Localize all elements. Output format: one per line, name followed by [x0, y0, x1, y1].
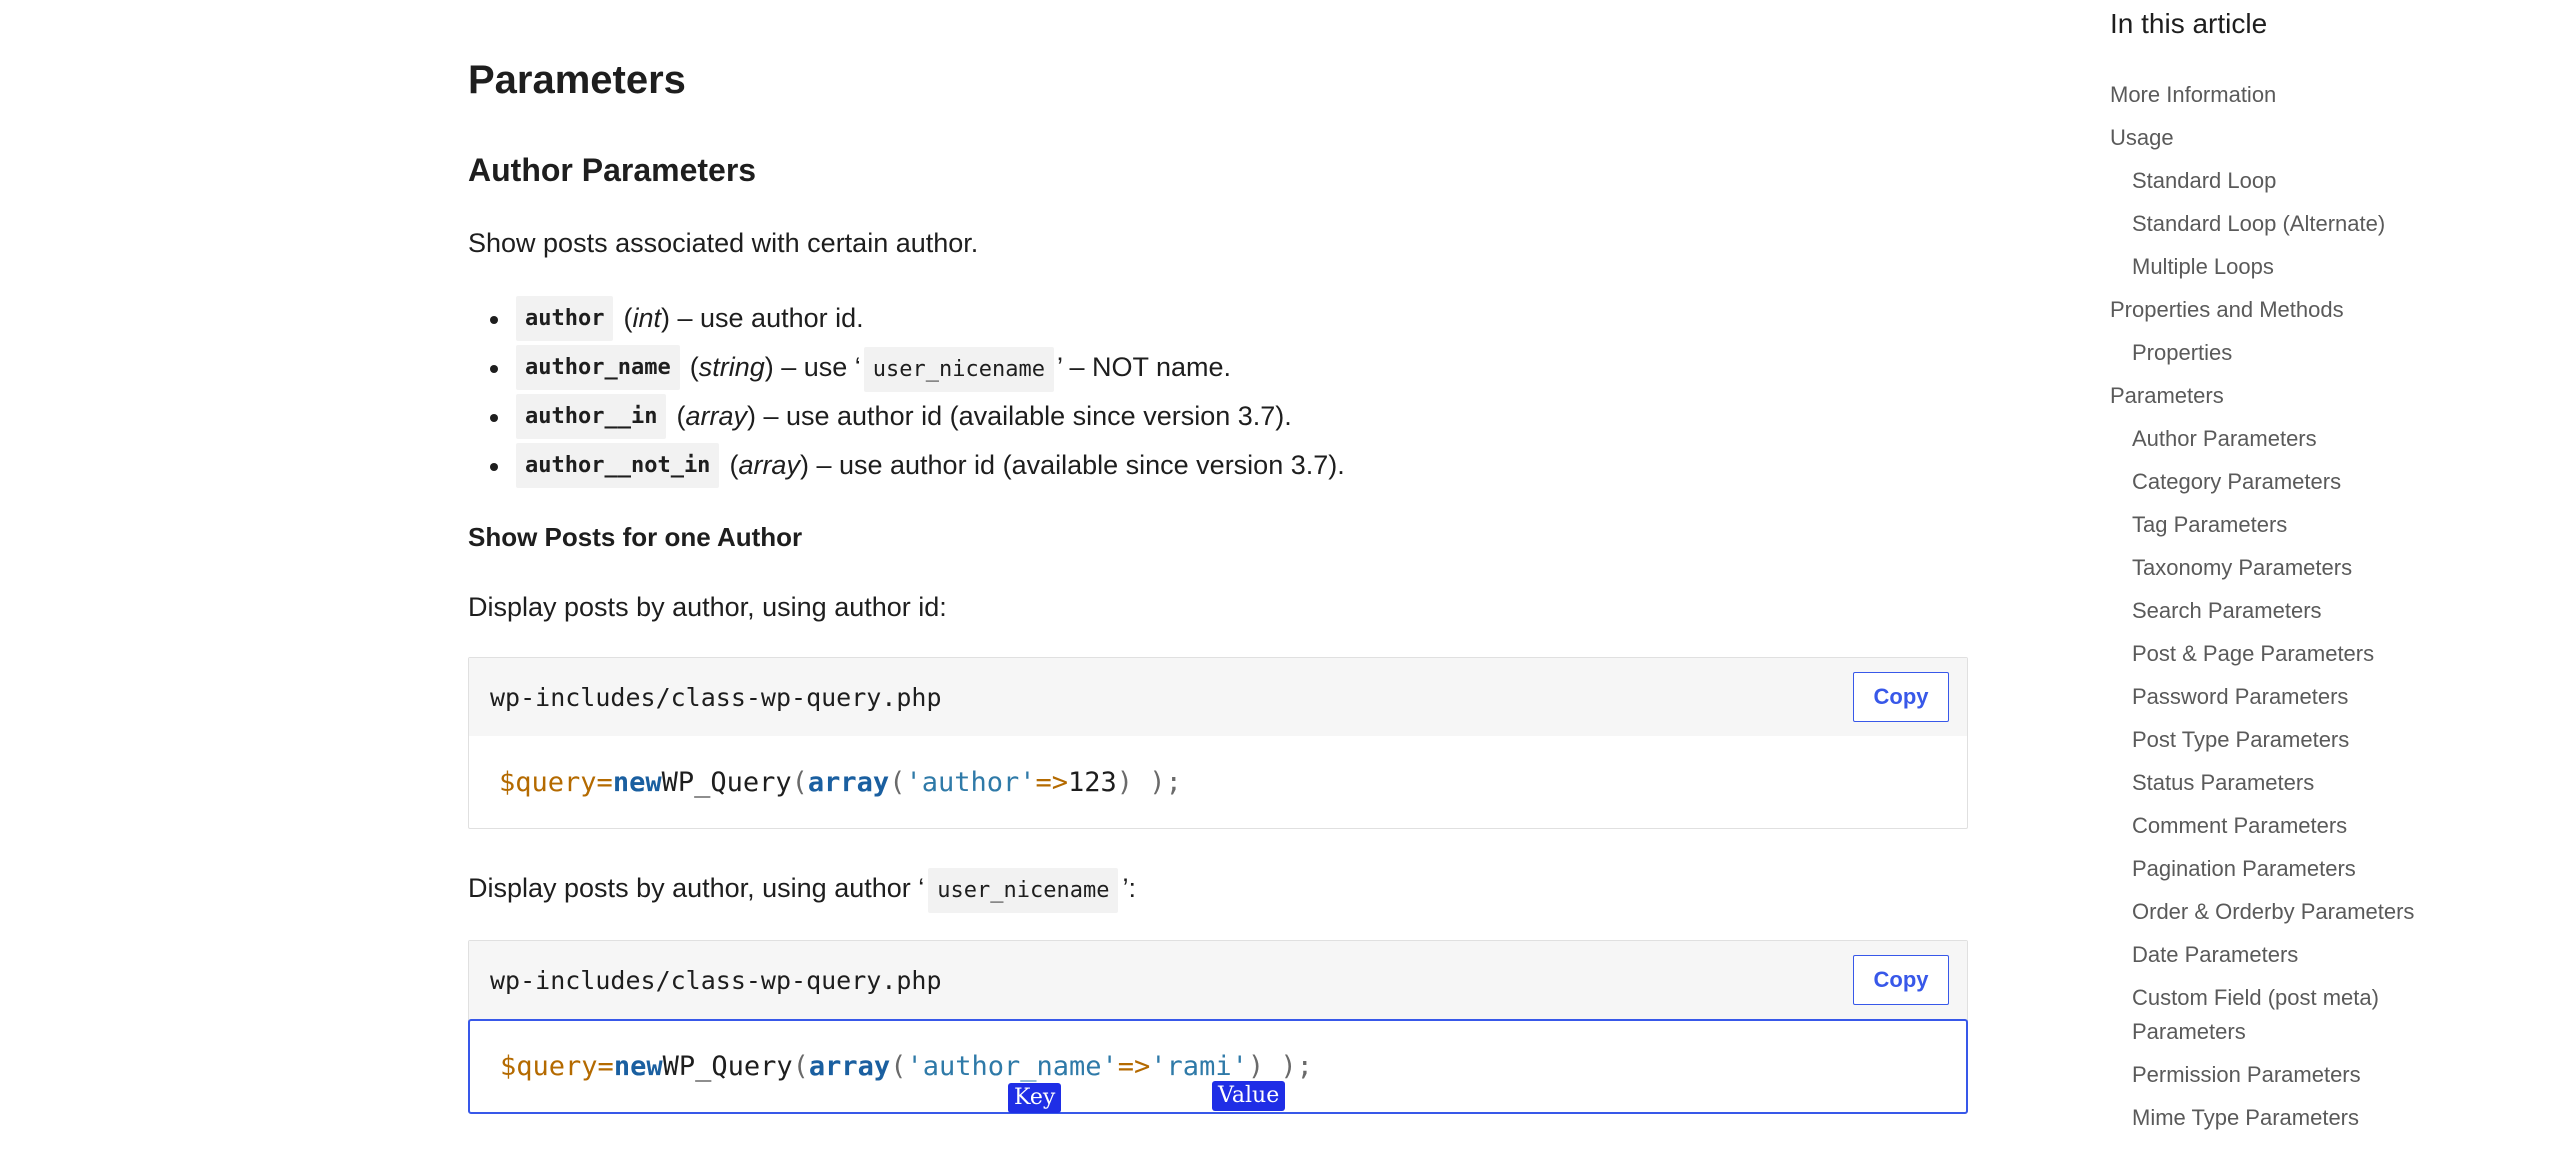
toc-link[interactable]: Properties: [2110, 336, 2440, 370]
code-line[interactable]: $query = new WP_Query( array( 'author' =…: [469, 736, 1967, 828]
param-desc: (array) – use author id (available since…: [676, 401, 1292, 431]
param-desc: (string) – use ‘user_nicename’ – NOT nam…: [690, 347, 1231, 392]
toc-link[interactable]: Standard Loop (Alternate): [2110, 207, 2440, 241]
example-heading: Show Posts for one Author: [468, 522, 803, 552]
param-code: author__in: [516, 394, 667, 439]
toc-link[interactable]: Parameters: [2110, 379, 2440, 413]
toc-link[interactable]: Author Parameters: [2110, 422, 2440, 456]
param-desc: (int) – use author id.: [623, 303, 864, 333]
code-block: wp-includes/class-wp-query.php Copy $que…: [468, 657, 1968, 829]
code-block-header: wp-includes/class-wp-query.php Copy: [469, 658, 1967, 736]
copy-button[interactable]: Copy: [1853, 672, 1949, 722]
param-code: author_name: [516, 345, 680, 390]
toc-link[interactable]: Password Parameters: [2110, 680, 2440, 714]
toc-link[interactable]: Standard Loop: [2110, 164, 2440, 198]
code-block-header: wp-includes/class-wp-query.php Copy: [469, 941, 1967, 1019]
toc-title: In this article: [2110, 8, 2268, 39]
section-heading: Parameters: [468, 58, 686, 102]
description-text: Display posts by author, using author ‘u…: [468, 868, 1136, 913]
param-code: author__not_in: [516, 443, 720, 488]
toc-link[interactable]: More Information: [2110, 78, 2440, 112]
toc-link[interactable]: Usage: [2110, 121, 2440, 155]
toc-link[interactable]: Status Parameters: [2110, 766, 2440, 800]
toc-link[interactable]: Multiple Loops: [2110, 250, 2440, 284]
list-item: author_name (string) – use ‘user_nicenam…: [468, 343, 1345, 392]
description-text: Display posts by author, using author id…: [468, 592, 947, 622]
code-filename: wp-includes/class-wp-query.php: [490, 965, 942, 995]
list-item: author__not_in (array) – use author id (…: [468, 441, 1345, 490]
inline-code: user_nicename: [928, 868, 1119, 913]
subsection-heading: Author Parameters: [468, 152, 757, 188]
toc-link[interactable]: Comment Parameters: [2110, 809, 2440, 843]
list-item: author__in (array) – use author id (avai…: [468, 392, 1345, 441]
param-code: author: [516, 296, 614, 341]
parameter-list: author (int) – use author id. author_nam…: [468, 294, 1345, 490]
inline-code: user_nicename: [863, 347, 1054, 392]
toc-link[interactable]: Permission Parameters: [2110, 1058, 2440, 1092]
toc-link[interactable]: Mime Type Parameters: [2110, 1101, 2440, 1135]
key-tag: Key: [1008, 1083, 1062, 1113]
value-tag: Value: [1212, 1081, 1286, 1111]
toc-link[interactable]: Pagination Parameters: [2110, 852, 2440, 886]
toc-link[interactable]: Date Parameters: [2110, 938, 2440, 972]
code-filename: wp-includes/class-wp-query.php: [490, 682, 942, 712]
param-desc: (array) – use author id (available since…: [729, 450, 1345, 480]
toc-link[interactable]: Taxonomy Parameters: [2110, 551, 2440, 585]
list-item: author (int) – use author id.: [468, 294, 1345, 343]
copy-button[interactable]: Copy: [1853, 955, 1949, 1005]
toc-link[interactable]: Post & Page Parameters: [2110, 637, 2440, 671]
toc-link[interactable]: Post Type Parameters: [2110, 723, 2440, 757]
intro-text: Show posts associated with certain autho…: [468, 228, 979, 258]
toc-link[interactable]: Order & Orderby Parameters: [2110, 895, 2440, 929]
toc-link[interactable]: Search Parameters: [2110, 594, 2440, 628]
toc-link[interactable]: Tag Parameters: [2110, 508, 2440, 542]
toc-link[interactable]: Custom Field (post meta) Parameters: [2110, 981, 2440, 1049]
toc-link[interactable]: Properties and Methods: [2110, 293, 2440, 327]
toc-link[interactable]: Category Parameters: [2110, 465, 2440, 499]
toc-list: More Information Usage Standard Loop Standa…: [2110, 78, 2440, 1144]
